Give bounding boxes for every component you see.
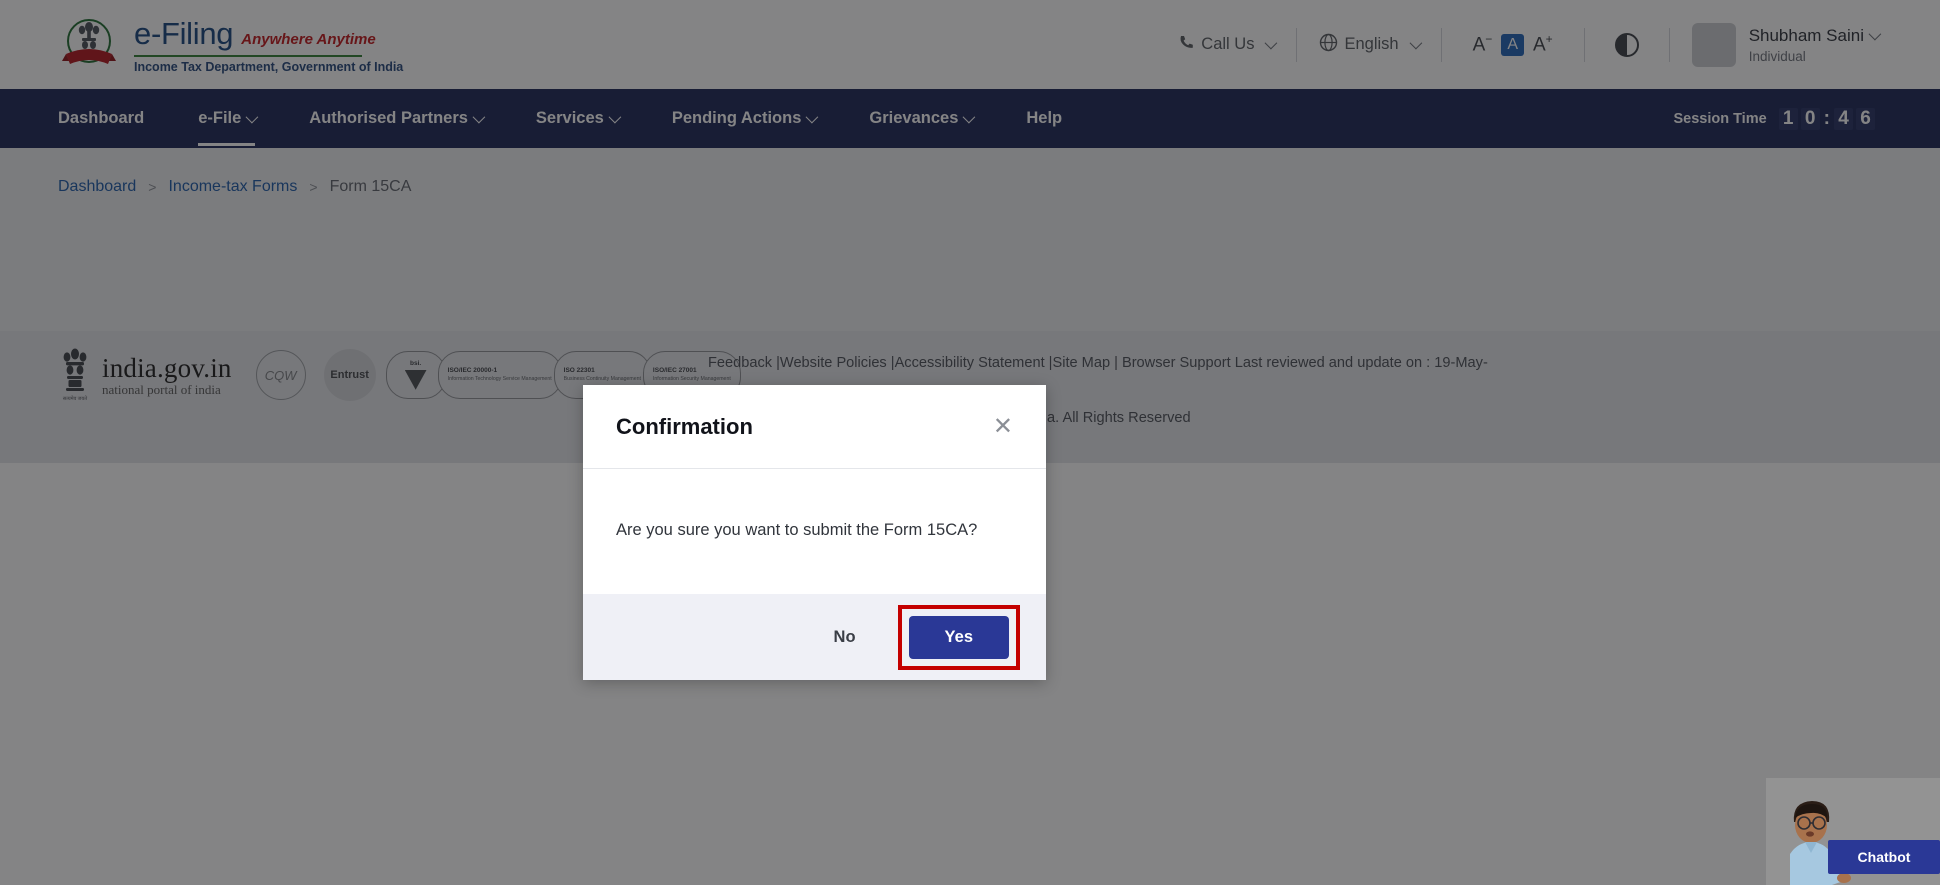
dialog-actions: No Yes — [583, 594, 1046, 680]
yes-button-highlight: Yes — [898, 605, 1020, 670]
confirmation-dialog: Confirmation ✕ Are you sure you want to … — [583, 385, 1046, 680]
page-root: e-Filing Anywhere Anytime Income Tax Dep… — [0, 0, 1940, 885]
no-button[interactable]: No — [818, 618, 872, 657]
yes-button[interactable]: Yes — [909, 616, 1009, 659]
dialog-message: Are you sure you want to submit the Form… — [583, 469, 1046, 594]
chatbot-widget[interactable]: Chatbot — [1766, 778, 1940, 885]
chatbot-label[interactable]: Chatbot — [1828, 840, 1940, 874]
close-icon[interactable]: ✕ — [993, 415, 1013, 439]
page-title: Confirmation — [616, 414, 753, 440]
dialog-header: Confirmation ✕ — [583, 385, 1046, 469]
